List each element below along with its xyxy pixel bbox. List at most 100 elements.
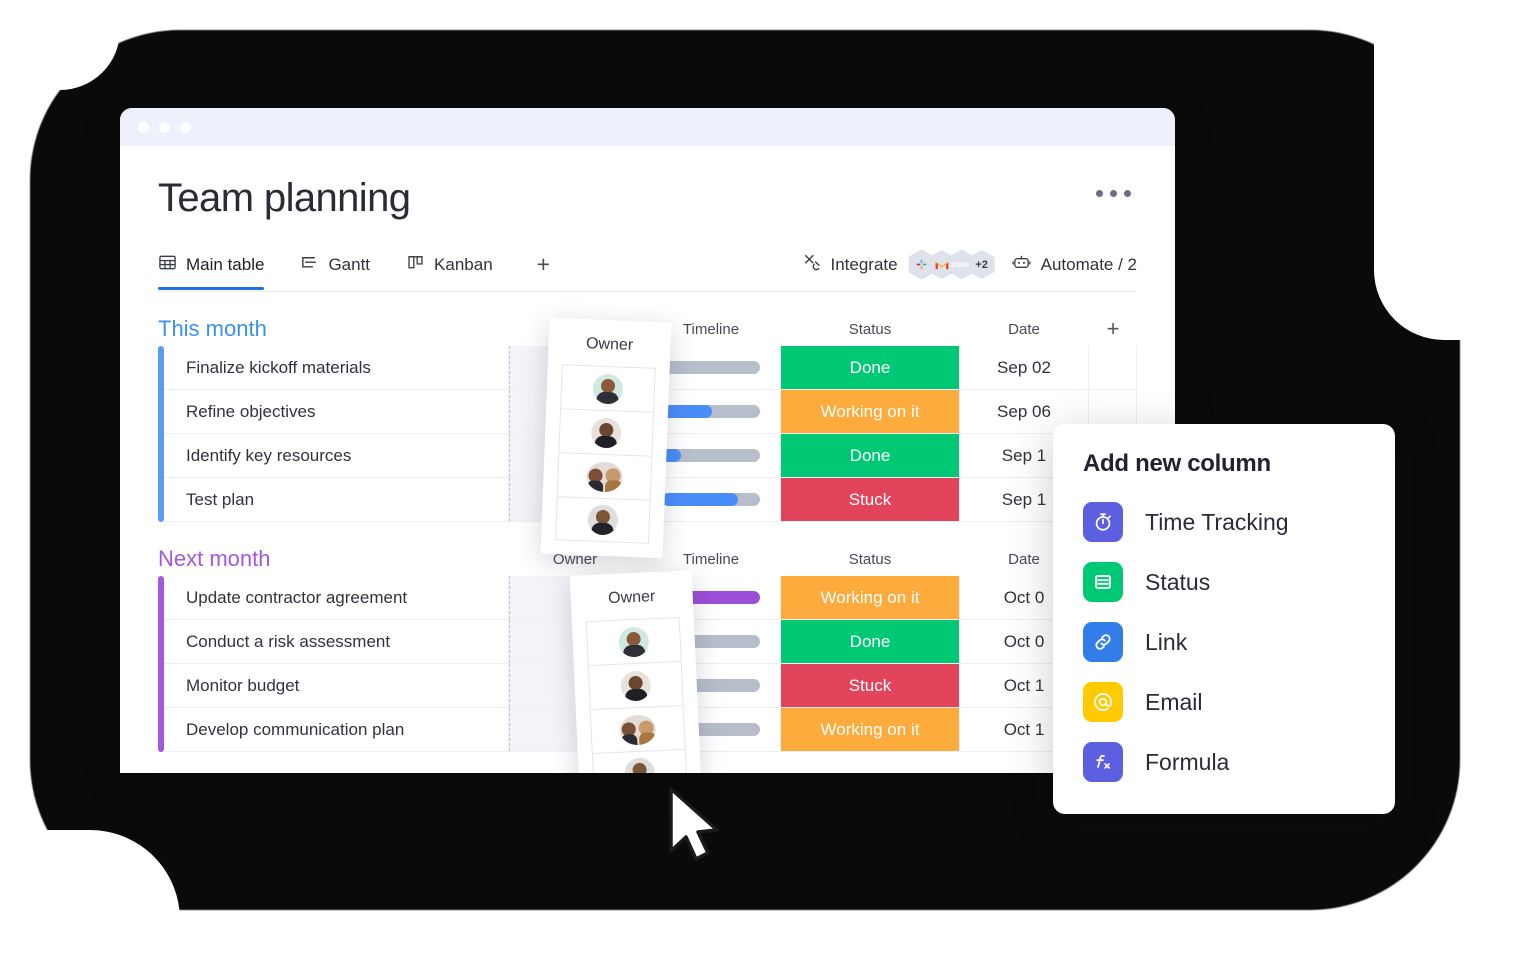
timeline-bar-fill <box>661 405 713 418</box>
robot-icon <box>1011 252 1032 278</box>
cell-date[interactable]: Sep 02 <box>959 346 1089 389</box>
window-dot-maximize[interactable] <box>180 121 191 133</box>
avatar-person-2 <box>620 669 652 702</box>
owner-cell[interactable] <box>558 408 655 456</box>
tab-label-main-table: Main table <box>186 254 265 274</box>
add-column-button[interactable]: + <box>1089 316 1137 342</box>
group-title[interactable]: This month <box>158 316 267 342</box>
owner-cell[interactable] <box>555 496 651 544</box>
tab-label-gantt: Gantt <box>328 254 371 274</box>
avatar-person-4 <box>624 757 656 773</box>
timeline-bar-fill <box>661 493 738 506</box>
avatar-person-1 <box>592 372 624 405</box>
window-dot-minimize[interactable] <box>159 121 170 133</box>
badge-more-count[interactable]: +2 <box>968 250 995 279</box>
add-new-column-panel: Add new column Time Tracking Status Link Em… <box>1053 424 1395 814</box>
panel-item-list: Time Tracking Status Link Email Formula <box>1083 498 1365 786</box>
screenshot-stage: Team planning Main table Gantt Kanban + … <box>0 0 1514 970</box>
avatar-person-1 <box>618 625 650 658</box>
column-header-date[interactable]: Date <box>959 321 1089 338</box>
dragged-column-title: Owner <box>607 588 656 608</box>
cell-task-name[interactable]: Develop communication plan <box>164 708 509 751</box>
cell-status[interactable]: Done <box>781 346 959 389</box>
link-icon <box>1083 622 1123 662</box>
tab-kanban[interactable]: Kanban <box>406 253 493 289</box>
timeline-bar <box>661 449 760 462</box>
integrate-icon <box>802 252 822 277</box>
panel-item-time-tracking[interactable]: Time Tracking <box>1083 498 1365 546</box>
tab-label-kanban: Kanban <box>434 254 493 274</box>
board-header: Team planning <box>158 176 1137 220</box>
column-header-status[interactable]: Status <box>781 551 959 568</box>
add-view-button[interactable]: + <box>529 251 554 290</box>
grid-icon <box>158 253 177 277</box>
gantt-icon <box>300 253 319 277</box>
cell-task-name[interactable]: Monitor budget <box>164 664 509 707</box>
automate-button[interactable]: Automate / 2 <box>1011 252 1137 278</box>
timeline-bar <box>661 405 760 418</box>
cell-status[interactable]: Working on it <box>781 576 959 619</box>
timeline-bar <box>661 493 760 506</box>
avatar-person-2 <box>590 416 622 449</box>
group-title[interactable]: Next month <box>158 546 271 572</box>
cell-task-name[interactable]: Refine objectives <box>164 390 509 433</box>
avatar-duo <box>585 460 624 493</box>
cell-status[interactable]: Stuck <box>781 478 959 521</box>
cell-empty <box>1089 346 1137 389</box>
avatar-duo <box>619 713 657 746</box>
cell-task-name[interactable]: Update contractor agreement <box>164 576 509 619</box>
mouse-pointer-icon <box>665 785 725 870</box>
dragged-owner-column-1[interactable]: Owner <box>540 317 672 559</box>
view-tabs: Main table Gantt Kanban + <box>158 251 554 290</box>
tab-gantt[interactable]: Gantt <box>300 253 370 289</box>
cell-status[interactable]: Done <box>781 620 959 663</box>
cell-status[interactable]: Stuck <box>781 664 959 707</box>
panel-item-status[interactable]: Status <box>1083 558 1365 606</box>
avatar-person-4 <box>587 504 619 536</box>
owner-cell[interactable] <box>589 704 686 754</box>
cell-task-name[interactable]: Identify key resources <box>164 434 509 477</box>
cell-task-name[interactable]: Test plan <box>164 478 509 521</box>
owner-cell[interactable] <box>556 452 653 500</box>
window-dot-close[interactable] <box>138 121 149 133</box>
cell-task-name[interactable]: Conduct a risk assessment <box>164 620 509 663</box>
panel-item-label: Formula <box>1145 748 1230 775</box>
cell-status[interactable]: Working on it <box>781 390 959 433</box>
panel-item-email[interactable]: Email <box>1083 678 1365 726</box>
page-title: Team planning <box>158 176 411 220</box>
board-tools: Integrate zoom +2 Automate / 2 <box>802 250 1137 291</box>
panel-item-label: Time Tracking <box>1145 508 1289 535</box>
view-tabs-bar: Main table Gantt Kanban + Integrate zoom… <box>158 250 1137 292</box>
panel-item-formula[interactable]: Formula <box>1083 738 1365 786</box>
owner-cell[interactable] <box>560 364 656 412</box>
timeline-bar <box>661 361 760 374</box>
owner-cell[interactable] <box>585 616 682 666</box>
column-header-status[interactable]: Status <box>781 321 959 338</box>
dragged-owner-column-2[interactable]: Owner <box>569 570 703 773</box>
owner-cell[interactable] <box>591 748 688 773</box>
status-list-icon <box>1083 562 1123 602</box>
integrate-button[interactable]: Integrate zoom +2 <box>802 250 995 279</box>
owner-cell[interactable] <box>587 660 684 710</box>
panel-item-link[interactable]: Link <box>1083 618 1365 666</box>
panel-title: Add new column <box>1083 450 1271 477</box>
kebab-menu-icon[interactable] <box>1090 176 1137 211</box>
panel-item-label: Link <box>1145 628 1188 655</box>
cell-task-name[interactable]: Finalize kickoff materials <box>164 346 509 389</box>
tab-main-table[interactable]: Main table <box>158 253 265 290</box>
dragged-column-title: Owner <box>585 335 634 354</box>
cell-status[interactable]: Working on it <box>781 708 959 751</box>
formula-icon <box>1083 742 1123 782</box>
panel-item-label: Status <box>1145 568 1211 595</box>
panel-item-label: Email <box>1145 688 1203 715</box>
cell-status[interactable]: Done <box>781 434 959 477</box>
kanban-icon <box>406 253 425 277</box>
window-titlebar <box>120 108 1175 146</box>
stopwatch-icon <box>1083 502 1123 542</box>
at-sign-icon <box>1083 682 1123 722</box>
integration-badges[interactable]: zoom +2 <box>908 250 995 279</box>
blob-cut-bottom-right <box>1394 860 1514 970</box>
integrate-label: Integrate <box>830 254 898 274</box>
blob-cut-top-right <box>1374 0 1514 340</box>
app-window: Team planning Main table Gantt Kanban + … <box>120 108 1175 773</box>
